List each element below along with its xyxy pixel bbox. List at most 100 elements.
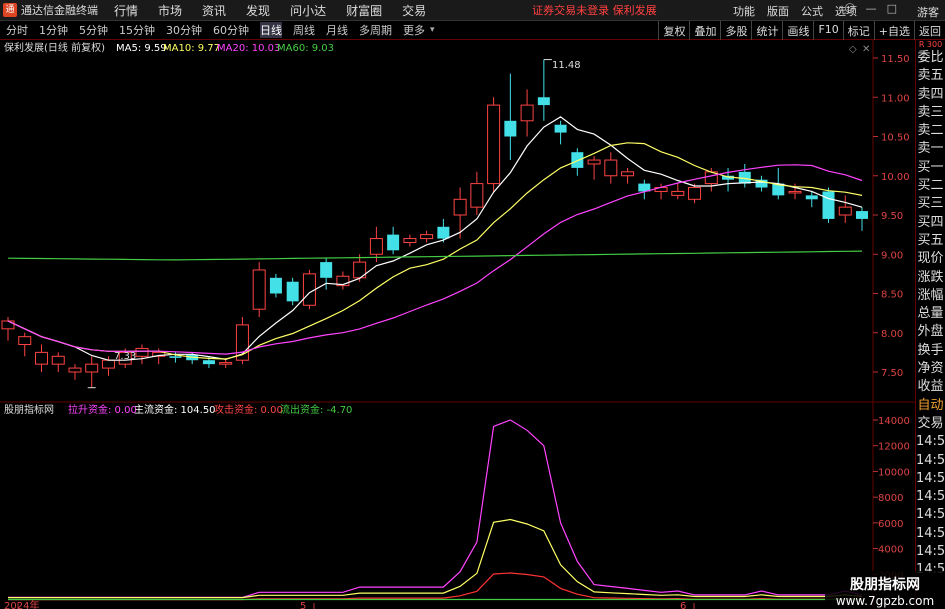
candle-down xyxy=(286,281,299,302)
quote-items: 委比 卖五 卖四 卖三 卖二 卖一 买一 买二 买三 买四 买五 现价 涨跌 涨幅 总量 外盘 换手 净资 收益 自动… xyxy=(916,49,945,580)
quote-item: 卖三 xyxy=(917,104,944,120)
menu-wealth[interactable]: 财富圈 xyxy=(346,2,382,19)
candle-down xyxy=(571,152,584,168)
indicator-attack: 攻击资金: 0.00 xyxy=(214,403,283,416)
period-daily[interactable]: 日线 xyxy=(260,22,282,38)
toolbar-adjust[interactable]: 复权 xyxy=(658,21,689,40)
watermark-title: 股朋指标网 xyxy=(850,577,920,593)
quote-item: 卖五 xyxy=(917,68,944,84)
menu-news[interactable]: 资讯 xyxy=(202,2,226,19)
price-tick-label: 8.50 xyxy=(881,290,903,301)
period-multi[interactable]: 多周期 xyxy=(359,22,392,38)
guest-label[interactable]: 游客 xyxy=(917,4,939,20)
stock-label: 保利发展(日线 前复权) xyxy=(4,41,105,54)
price-tick-label: 11.00 xyxy=(881,93,910,104)
period-weekly[interactable]: 周线 xyxy=(293,22,315,38)
annotations: 11.48 7.33 xyxy=(87,59,581,389)
period-5min[interactable]: 5分钟 xyxy=(79,22,108,38)
ma5-label: MA5: 9.59 xyxy=(116,43,167,54)
period-tick[interactable]: 分时 xyxy=(6,22,28,38)
candle-up xyxy=(420,234,434,240)
candle-up xyxy=(85,363,99,373)
candle-up xyxy=(1,320,15,330)
toolbar-overlay[interactable]: 叠加 xyxy=(689,21,720,40)
candle-down xyxy=(269,277,282,294)
chart-area[interactable]: 保利发展(日线 前复权) MA5: 9.59 MA10: 9.77 MA20: … xyxy=(0,40,915,609)
period-more[interactable]: 更多 xyxy=(403,22,425,38)
quote-item: 14:5 xyxy=(916,525,945,541)
candle-down xyxy=(856,211,868,219)
ma-lines xyxy=(7,116,863,361)
candle-up xyxy=(135,347,149,357)
candle-down xyxy=(822,191,835,219)
quote-item: 卖一 xyxy=(917,141,944,157)
quote-item: 14:5 xyxy=(916,470,945,486)
login-notice[interactable]: 证券交易未登录 保利发展 xyxy=(532,2,657,18)
candle-up xyxy=(688,187,702,200)
candle-down xyxy=(537,97,550,106)
toolbar-multi[interactable]: 多股 xyxy=(720,21,751,40)
maximize-icon[interactable]: □ xyxy=(887,2,897,15)
menu-trade[interactable]: 交易 xyxy=(402,2,426,19)
x-tick-label: 6 xyxy=(680,601,686,609)
watermark-url: www.7gpzb.com xyxy=(835,594,935,608)
panel-top-label: R 300 xyxy=(918,40,943,49)
right-menu: 功能 版面 公式 选项 xyxy=(721,3,857,19)
menu-function[interactable]: 功能 xyxy=(733,3,755,19)
price-axis: 11.50 11.00 10.50 10.00 9.50 9.00 8.50 8.00 7.50 xyxy=(873,54,910,379)
minimize-icon[interactable]: — xyxy=(866,2,877,15)
candle-up xyxy=(838,206,852,216)
kline-chart[interactable]: 保利发展(日线 前复权) MA5: 9.59 MA10: 9.77 MA20: … xyxy=(0,40,915,609)
chevron-down-icon[interactable]: ▾ xyxy=(430,25,435,35)
candle-up xyxy=(487,104,501,185)
quote-item: 买二 xyxy=(917,178,944,194)
menu-layout[interactable]: 版面 xyxy=(767,3,789,19)
indicator-lines xyxy=(8,419,863,601)
quote-item: 换手 xyxy=(917,342,944,358)
quote-item: 总量 xyxy=(917,306,944,322)
quote-item: 14:5 xyxy=(916,452,945,468)
title-bar: 通 通达信金融终端 行情 市场 资讯 发现 问小达 财富圈 交易 证券交易未登录… xyxy=(0,0,945,21)
main-flow-line xyxy=(8,518,863,599)
window-icons: ☺ — □ xyxy=(844,2,897,15)
candle-down xyxy=(169,356,182,358)
candle-up xyxy=(369,238,383,255)
quote-item: 净资 xyxy=(917,361,944,377)
quote-item: 14:5 xyxy=(916,434,945,450)
period-15min[interactable]: 15分钟 xyxy=(119,22,155,38)
quote-item: 交易 xyxy=(917,415,944,431)
toolbar-mark[interactable]: 标记 xyxy=(842,21,874,40)
ma60-label: MA60: 9.03 xyxy=(277,43,334,54)
toolbar-draw[interactable]: 画线 xyxy=(782,21,813,40)
candle-up xyxy=(252,269,266,310)
app-title: 通达信金融终端 xyxy=(21,4,98,17)
period-1min[interactable]: 1分钟 xyxy=(39,22,68,38)
attack-line xyxy=(8,572,863,601)
diamond-icon: ◇ xyxy=(849,44,857,55)
ma10-line xyxy=(7,142,863,360)
skin-icon[interactable]: ☺ xyxy=(844,2,855,15)
ma20-label: MA20: 10.03 xyxy=(217,43,280,54)
price-tick-label: 10.50 xyxy=(881,133,910,144)
candle-down xyxy=(554,124,567,133)
period-30min[interactable]: 30分钟 xyxy=(166,22,202,38)
toolbar: 复权 叠加 多股 统计 画线 F10 标记 +自选 返回 xyxy=(658,21,945,40)
volume-tick-label: 14000 xyxy=(878,416,910,427)
quote-item: 涨幅 xyxy=(917,287,944,303)
period-60min[interactable]: 60分钟 xyxy=(213,22,249,38)
toolbar-stats[interactable]: 统计 xyxy=(751,21,782,40)
period-monthly[interactable]: 月线 xyxy=(326,22,348,38)
quote-item: 自动 xyxy=(917,397,944,413)
toolbar-f10[interactable]: F10 xyxy=(813,21,842,40)
menu-discover[interactable]: 发现 xyxy=(246,2,270,19)
indicator-outflow: 流出资金: -4.70 xyxy=(280,403,352,416)
ma5-line xyxy=(7,116,863,361)
menu-market[interactable]: 市场 xyxy=(158,2,182,19)
ma60-line xyxy=(7,250,863,261)
menu-quotes[interactable]: 行情 xyxy=(114,2,138,19)
menu-formula[interactable]: 公式 xyxy=(801,3,823,19)
toolbar-add-watch[interactable]: +自选 xyxy=(873,21,914,40)
watermark: 股朋指标网 www.7gpzb.com xyxy=(825,571,945,609)
menu-ask[interactable]: 问小达 xyxy=(290,2,326,19)
toolbar-back[interactable]: 返回 xyxy=(914,21,945,40)
